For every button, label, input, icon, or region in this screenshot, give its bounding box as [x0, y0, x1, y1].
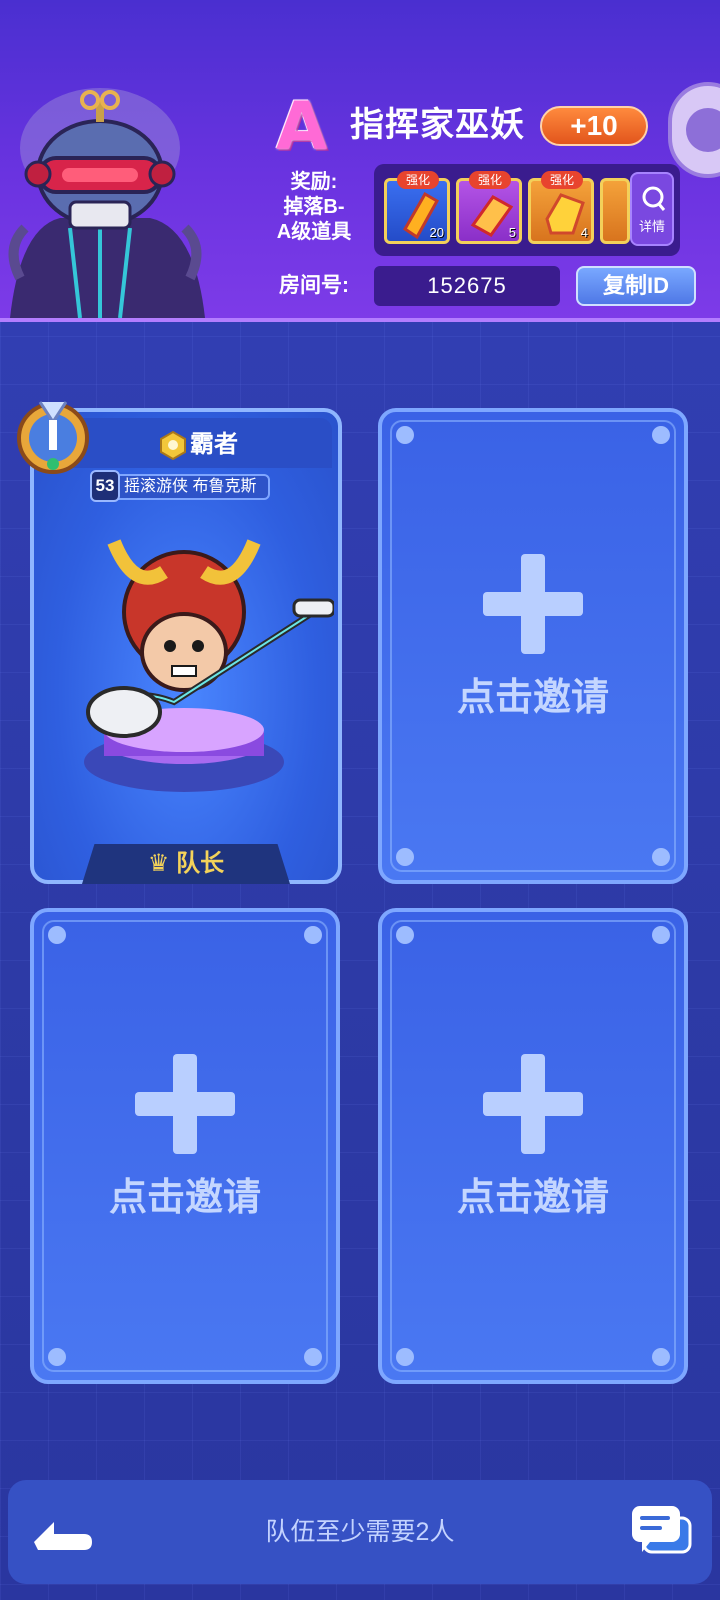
corner-dot: [652, 1348, 670, 1366]
lich-boss-portrait: [8, 88, 205, 318]
corner-dot: [396, 426, 414, 444]
invite-slot[interactable]: 点击邀请: [378, 908, 688, 1384]
invite-label: 点击邀请: [456, 1177, 609, 1219]
plus-icon: [135, 1092, 235, 1116]
copy-id-button[interactable]: 复制ID: [576, 266, 696, 306]
hero-rock-ranger: [84, 539, 334, 792]
rank-medal-icon: [160, 430, 186, 460]
detail-button[interactable]: 详情: [630, 172, 674, 246]
invite-label: 点击邀请: [456, 677, 609, 719]
reward-item[interactable]: 强化 20: [384, 171, 450, 244]
back-arrow-icon[interactable]: [28, 1508, 98, 1556]
corner-dot: [396, 926, 414, 944]
crown-icon: ♛: [147, 850, 170, 877]
role-text: 队长: [176, 850, 225, 877]
invite-slot[interactable]: 点击邀请: [30, 908, 340, 1384]
reward-item[interactable]: 强化 4: [528, 171, 594, 244]
rank-emblem-icon: [17, 401, 89, 474]
item-count: 20: [429, 225, 444, 240]
reward-label: 奖励: 掉落B- A级道具: [264, 170, 364, 245]
leader-slot[interactable]: 霸者 摇滚游侠 布鲁克斯 53 ♛ 队长: [30, 408, 342, 884]
corner-dot: [304, 1348, 322, 1366]
room-number: 152675: [374, 266, 560, 306]
reward-item[interactable]: 强化 5: [456, 171, 522, 244]
corner-dot: [48, 926, 66, 944]
item-tag: 强化: [541, 171, 583, 189]
role-label: ♛ 队长: [82, 844, 290, 884]
reward-item-partial[interactable]: [600, 178, 630, 244]
item-count: 4: [580, 225, 588, 240]
corner-dot: [48, 1348, 66, 1366]
item-tag: 强化: [397, 171, 439, 189]
corner-dot: [396, 848, 414, 866]
search-icon: [642, 186, 666, 211]
reward-items-box: 强化 20 强化 5 强化 4 详情: [374, 164, 680, 256]
reward-label-line: 掉落B-: [283, 196, 345, 218]
bottom-bar: 队伍至少需要2人: [8, 1480, 712, 1584]
corner-dot: [396, 1348, 414, 1366]
reward-label-line: 奖励:: [290, 171, 338, 193]
plus-icon: [483, 1092, 583, 1116]
boss-name: 指挥家巫妖: [350, 106, 525, 144]
corner-dot: [304, 926, 322, 944]
detail-label: 详情: [638, 219, 665, 234]
invite-label: 点击邀请: [108, 1177, 261, 1219]
reward-label-line: A级道具: [276, 221, 352, 243]
room-label: 房间号:: [279, 274, 349, 297]
corner-dot: [652, 848, 670, 866]
avatar-bubble-icon[interactable]: [668, 82, 720, 178]
role-bar: ♛ 队长: [82, 844, 290, 884]
invite-slot[interactable]: 点击邀请: [378, 408, 688, 884]
boss-grade: A: [276, 88, 328, 165]
bonus-badge: +10: [540, 106, 648, 146]
team-size-hint: 队伍至少需要2人: [265, 1518, 455, 1546]
chat-icon[interactable]: [630, 1502, 696, 1562]
plus-icon: [483, 592, 583, 616]
item-count: 5: [508, 225, 516, 240]
corner-dot: [652, 926, 670, 944]
boss-header: A 指挥家巫妖 +10 奖励: 掉落B- A级道具 强化 20 强化 5 强化 …: [0, 0, 720, 322]
item-tag: 强化: [469, 171, 511, 189]
corner-dot: [652, 426, 670, 444]
leader-title: 霸者: [190, 431, 238, 458]
